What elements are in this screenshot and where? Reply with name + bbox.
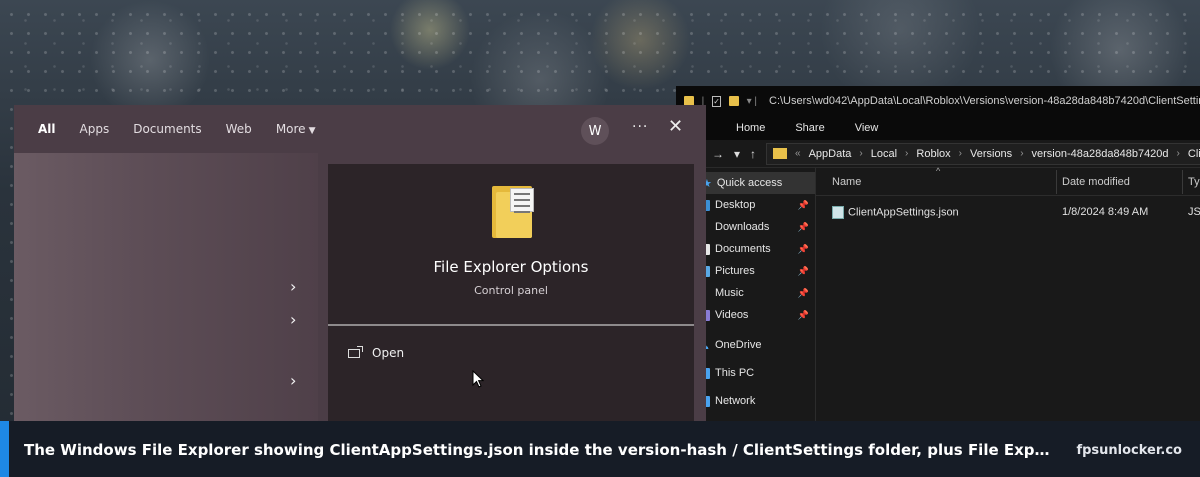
- column-header-date[interactable]: Date modified: [1062, 176, 1130, 188]
- ribbon-tab-view[interactable]: View: [855, 122, 879, 134]
- breadcrumb-clientsettings[interactable]: ClientSe: [1188, 148, 1200, 160]
- brand-name: fpsunlocker.co: [1076, 443, 1182, 458]
- recent-dropdown-icon[interactable]: ▾: [734, 147, 740, 161]
- nav-item-onedrive[interactable]: ☁ OneDrive: [698, 334, 815, 356]
- chevron-right-icon[interactable]: ›: [290, 310, 296, 329]
- ribbon-tab-share[interactable]: Share: [795, 122, 824, 134]
- tab-all[interactable]: All: [38, 122, 56, 136]
- ribbon-tab-home[interactable]: Home: [736, 122, 765, 134]
- properties-icon[interactable]: ✓: [712, 95, 721, 107]
- breadcrumb-appdata[interactable]: AppData: [809, 148, 852, 160]
- open-icon: [348, 345, 363, 358]
- file-explorer-window: | ✓ ▾ | C:\Users\wd042\AppData\Local\Rob…: [676, 86, 1200, 426]
- chevron-down-icon: ▼: [308, 126, 316, 136]
- tab-apps[interactable]: Apps: [80, 122, 110, 136]
- tab-web[interactable]: Web: [226, 122, 252, 136]
- column-header-type[interactable]: Typ: [1188, 176, 1200, 188]
- nav-item-desktop[interactable]: Desktop 📌: [698, 194, 815, 216]
- result-title: File Explorer Options: [433, 258, 589, 276]
- tab-more[interactable]: More ▼: [276, 122, 316, 136]
- pin-icon[interactable]: 📌: [798, 200, 809, 211]
- caption-accent-bar: [0, 421, 9, 477]
- breadcrumb-roblox[interactable]: Roblox: [916, 148, 950, 160]
- column-header-name[interactable]: Name: [832, 176, 861, 188]
- explorer-titlebar: | ✓ ▾ | C:\Users\wd042\AppData\Local\Rob…: [676, 86, 1200, 116]
- sort-caret-icon: ^: [936, 166, 941, 176]
- quick-access-dropdown-icon[interactable]: ▾ |: [747, 96, 757, 107]
- nav-item-music[interactable]: ♪ Music 📌: [698, 282, 815, 304]
- close-icon[interactable]: ✕: [668, 116, 683, 137]
- nav-item-downloads[interactable]: ⬇ Downloads 📌: [698, 216, 815, 238]
- folder-icon: [773, 148, 788, 159]
- windows-search-panel: All Apps Documents Web More ▼ W ··· ✕ › ›…: [14, 105, 706, 426]
- caption-text: The Windows File Explorer showing Client…: [24, 441, 1054, 459]
- address-bar[interactable]: « AppData › Local › Roblox › Versions › …: [766, 142, 1200, 165]
- file-explorer-options-icon: [492, 186, 534, 238]
- file-date: 1/8/2024 8:49 AM: [1062, 206, 1149, 218]
- file-row[interactable]: ClientAppSettings.json 1/8/2024 8:49 AM …: [816, 202, 1200, 224]
- pin-icon[interactable]: 📌: [798, 266, 809, 277]
- new-folder-icon[interactable]: [728, 96, 739, 106]
- mouse-cursor-icon: [472, 370, 484, 388]
- nav-item-documents[interactable]: Documents 📌: [698, 238, 815, 260]
- breadcrumb-versions[interactable]: Versions: [970, 148, 1012, 160]
- explorer-body: ★ Quick access Desktop 📌 ⬇ Downloads 📌 D…: [676, 166, 1200, 426]
- pin-icon[interactable]: 📌: [798, 222, 809, 233]
- open-label: Open: [372, 346, 405, 360]
- file-name: ClientAppSettings.json: [848, 206, 959, 219]
- chevron-right-icon[interactable]: ›: [290, 371, 296, 390]
- avatar[interactable]: W: [581, 117, 609, 145]
- tab-documents[interactable]: Documents: [133, 122, 201, 136]
- file-list: ^ Name Date modified Typ ClientAppSettin…: [816, 166, 1200, 426]
- nav-item-this-pc[interactable]: This PC: [698, 362, 815, 384]
- result-subtitle: Control panel: [474, 284, 548, 297]
- address-bar-row: → ▾ ↑ « AppData › Local › Roblox › Versi…: [676, 140, 1200, 168]
- breadcrumb-version-hash[interactable]: version-48a28da848b7420d: [1032, 148, 1169, 160]
- pin-icon[interactable]: 📌: [798, 244, 809, 255]
- nav-item-pictures[interactable]: Pictures 📌: [698, 260, 815, 282]
- result-detail-pane: File Explorer Options Control panel Open: [328, 164, 694, 426]
- pin-icon[interactable]: 📌: [798, 310, 809, 321]
- column-header-row: ^ Name Date modified Typ: [816, 166, 1200, 196]
- more-options-icon[interactable]: ···: [632, 119, 648, 135]
- caption-bar: The Windows File Explorer showing Client…: [0, 421, 1200, 477]
- up-arrow-icon[interactable]: ↑: [750, 147, 756, 161]
- open-action[interactable]: Open: [348, 345, 405, 360]
- json-file-icon: [832, 206, 844, 219]
- pin-icon[interactable]: 📌: [798, 288, 809, 299]
- result-header: File Explorer Options Control panel: [328, 164, 694, 326]
- ribbon: Home Share View: [676, 116, 1200, 140]
- window-path: C:\Users\wd042\AppData\Local\Roblox\Vers…: [769, 95, 1200, 107]
- file-type: JSO: [1188, 206, 1200, 218]
- chevron-right-icon[interactable]: ›: [290, 277, 296, 296]
- forward-arrow-icon[interactable]: →: [712, 147, 724, 161]
- search-results-list: [14, 153, 318, 426]
- breadcrumb-local[interactable]: Local: [871, 148, 897, 160]
- nav-item-network[interactable]: Network: [698, 390, 815, 412]
- nav-item-videos[interactable]: Videos 📌: [698, 304, 815, 326]
